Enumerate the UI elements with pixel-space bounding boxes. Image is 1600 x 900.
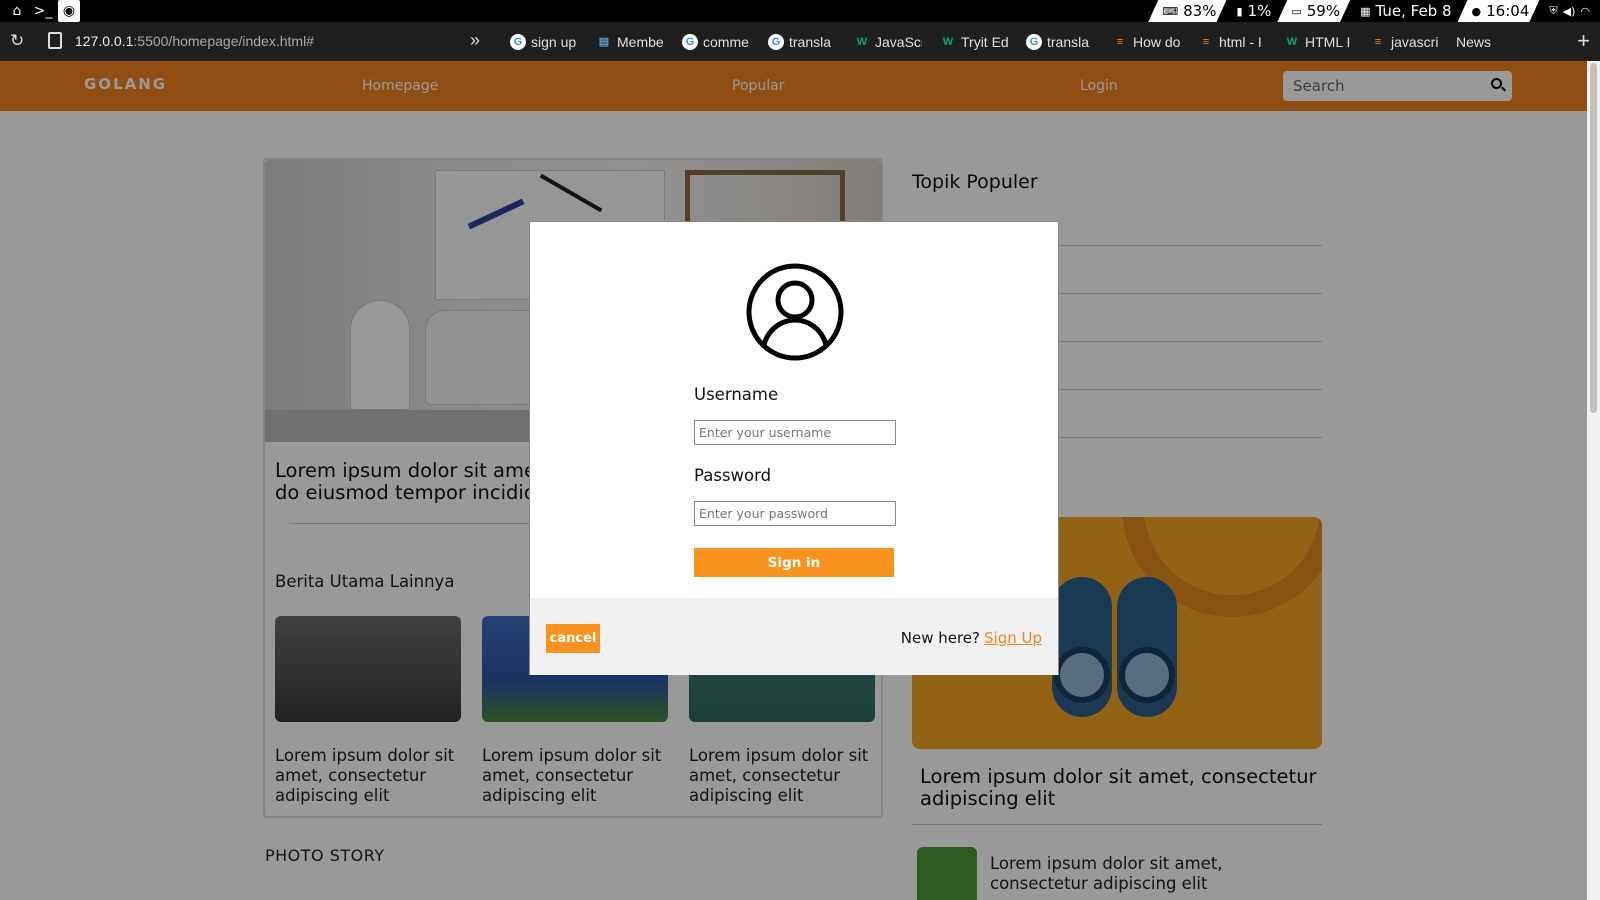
bookmark-label: sign up [531,33,577,50]
tray-status: ⛨ ◀) ◠ [1535,0,1600,22]
bookmark-item[interactable]: ≡ How do [1112,34,1180,50]
bookmark-label: Tryit Ed [961,33,1008,50]
home-icon[interactable]: ⌂ [6,0,28,22]
shield-icon[interactable]: ⛨ [1549,4,1557,18]
sign-up-link[interactable]: Sign Up [984,629,1042,647]
reload-icon[interactable]: ↻ [10,31,30,51]
page-scrollbar[interactable] [1587,61,1600,900]
bookmark-item[interactable]: ▤ Membe [596,34,664,50]
w3schools-icon: W [856,35,868,48]
google-icon: G [1026,33,1042,50]
stackoverflow-icon: ≡ [1202,35,1210,48]
w3schools-icon: W [942,35,954,48]
bookmark-item[interactable]: W HTML I [1284,34,1352,50]
bookmark-item[interactable]: Gcomme [682,33,750,50]
bookmark-item[interactable]: ≡ javascri [1370,34,1438,50]
bookmark-item[interactable]: Gtransla [1026,33,1094,50]
cancel-button[interactable]: cancel [546,624,600,653]
w3schools-icon: W [1286,35,1298,48]
stackoverflow-icon: ≡ [1374,35,1382,48]
password-input[interactable] [694,501,896,526]
terminal-icon[interactable]: >_ [32,0,54,22]
volume-icon[interactable]: ◀) [1563,5,1576,18]
bookmark-label: Membe [617,33,664,50]
battery-icon: ▭ [1291,4,1302,18]
scrollbar-thumb[interactable] [1590,63,1597,413]
calendar-icon: ▦ [1360,4,1371,18]
bookmark-label: How do [1133,33,1180,50]
modal-footer: cancel New here? Sign Up [530,598,1058,675]
clock-icon: ● [1471,4,1482,18]
bookmark-item[interactable]: W Tryit Ed [940,34,1008,50]
date-status: ▦ Tue, Feb 8 [1346,0,1461,22]
username-input[interactable] [694,420,896,445]
bookmark-item[interactable]: News [1456,34,1491,50]
cpu-status: ▮ 1% [1222,0,1281,22]
google-icon: G [510,33,526,50]
stackoverflow-icon: ≡ [1116,35,1124,48]
page-icon [48,32,62,49]
browser-icon[interactable]: ◉ [58,0,80,22]
bookmark-item[interactable]: Gsign up [510,33,578,50]
bookmark-label: transla [1047,33,1090,50]
bookmark-item[interactable]: ≡ html - I [1198,34,1266,50]
more-bookmarks-icon[interactable]: » [470,30,480,51]
wifi-icon[interactable]: ◠ [1580,5,1590,18]
signup-prompt: New here? Sign Up [900,629,1042,647]
address-bar[interactable]: 127.0.0.1:5500/homepage/index.html# [75,33,314,49]
clock-status: ● 16:04 [1458,0,1540,22]
bookmark-label: comme [703,33,749,50]
bookmark-label: transla [789,33,832,50]
google-icon: G [682,33,698,50]
login-modal: Username Password Sign in cancel New her… [529,221,1059,675]
bookmark-label: JavaScr [875,33,922,50]
username-label: Username [694,385,779,404]
browser-toolbar: ↻ 127.0.0.1:5500/homepage/index.html# » … [0,22,1600,61]
bookmark-label: HTML I [1305,33,1351,50]
bookmarks-bar: Gsign up ▤ Membe Gcomme Gtransla W JavaScr W Try… [510,22,1509,61]
chip-icon: ▮ [1236,4,1243,18]
bookmark-label: html - I [1219,33,1262,50]
bookmark-item[interactable]: W JavaScr [854,34,922,50]
battery-status: ▭ 59% [1277,0,1350,22]
keyboard-icon: ⌨ [1162,4,1179,18]
bookmark-label: javascri [1391,33,1438,50]
bookmark-label: News [1456,33,1492,50]
system-bar: ⌂ >_ ◉ ⌨ 83% ▮ 1% ▭ 59% ▦ Tue, Feb 8 ● 16:04 … [0,0,1600,22]
sign-in-button[interactable]: Sign in [694,548,894,577]
google-icon: G [768,33,784,50]
keyboard-status: ⌨ 83% [1148,0,1226,22]
password-label: Password [694,466,772,485]
bookmark-item[interactable]: Gtransla [768,33,836,50]
user-avatar-icon [746,263,844,361]
new-tab-icon[interactable]: + [1577,28,1590,54]
stack-icon: ▤ [598,36,610,48]
